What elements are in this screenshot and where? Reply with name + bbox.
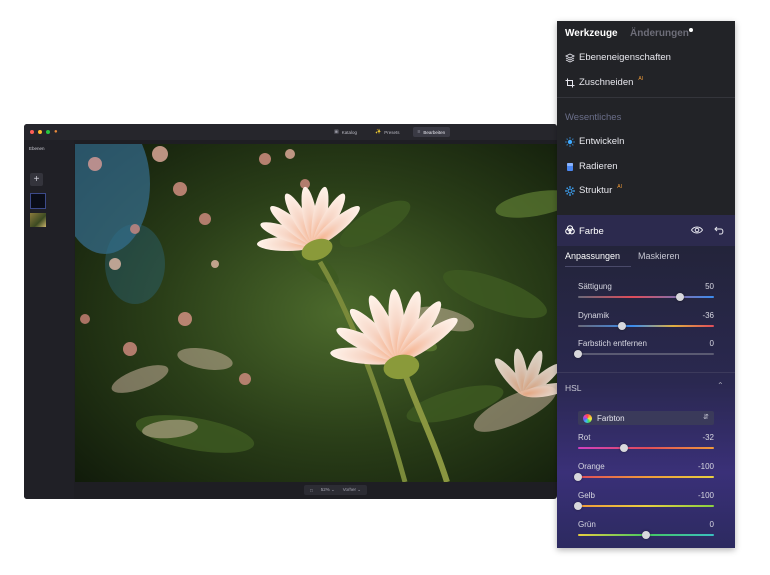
tool-zuschneiden[interactable]: Zuschneiden AI <box>565 76 644 88</box>
subtab-maskieren[interactable]: Maskieren <box>638 251 680 261</box>
structure-icon <box>565 185 575 196</box>
editor-window: ● ▣ Katalog ✨ Presets ≡ Bearbeiten Ebenen + <box>24 124 557 499</box>
select-arrows-icon: ⇵ <box>703 414 709 421</box>
tool-struktur[interactable]: Struktur AI <box>565 184 622 196</box>
tools-panel: Werkzeuge Änderungen Ebeneneigenschaften… <box>557 21 735 548</box>
color-tool-body <box>557 246 735 548</box>
slider-knob-gruen[interactable] <box>642 531 650 539</box>
fit-view-icon[interactable]: □ <box>310 488 313 493</box>
canvas-bottom-bar: □ 52% ⌄ Vorher ⌄ <box>304 485 368 495</box>
slider-knob-farbstich[interactable] <box>574 350 582 358</box>
flower-photo <box>75 144 557 482</box>
tool-label: Entwickeln <box>579 136 625 147</box>
panel-header: Werkzeuge Änderungen <box>557 21 735 44</box>
subtab-underline <box>565 266 631 267</box>
slider-value-farbstich[interactable]: 0 <box>710 339 714 348</box>
slider-label-farbstich: Farbstich entfernen <box>578 339 647 348</box>
layers-sidebar: Ebenen + <box>24 140 74 499</box>
tab-presets[interactable]: ✨ Presets <box>370 127 405 137</box>
tab-werkzeuge[interactable]: Werkzeuge <box>565 28 618 39</box>
tool-entwickeln[interactable]: Entwickeln <box>565 136 624 147</box>
tool-label: Ebeneneigenschaften <box>579 52 671 63</box>
slider-track-orange[interactable] <box>578 476 714 478</box>
ai-badge: AI <box>617 184 622 190</box>
window-controls <box>30 130 50 134</box>
tool-ebeneneigenschaften[interactable]: Ebeneneigenschaften <box>565 52 671 63</box>
sidebar-title: Ebenen <box>29 146 45 151</box>
slider-value-orange[interactable]: -100 <box>698 462 714 471</box>
slider-track-farbstich[interactable] <box>578 353 714 355</box>
subtab-anpassungen[interactable]: Anpassungen <box>565 251 620 261</box>
section-divider <box>557 372 735 373</box>
tab-katalog[interactable]: ▣ Katalog <box>329 127 362 137</box>
section-wesentliches: Wesentliches <box>565 112 622 123</box>
compare-select[interactable]: Vorher ⌄ <box>343 487 361 493</box>
app-logo-icon: ● <box>54 129 58 135</box>
hsl-mode-select[interactable]: Farbton ⇵ <box>578 411 714 425</box>
tool-label: Farbe <box>579 226 604 237</box>
changes-indicator <box>689 28 693 32</box>
tool-farbe-header[interactable]: Farbe <box>557 215 735 246</box>
image-thumbnail[interactable] <box>30 213 46 227</box>
crop-icon <box>565 78 575 88</box>
tab-aenderungen[interactable]: Änderungen <box>630 28 689 39</box>
sliders-icon: ≡ <box>417 129 421 135</box>
catalog-icon: ▣ <box>334 129 339 135</box>
layers-icon <box>565 52 575 63</box>
tab-bearbeiten[interactable]: ≡ Bearbeiten <box>412 127 451 137</box>
slider-knob-gelb[interactable] <box>574 502 582 510</box>
close-window-button[interactable] <box>30 130 34 134</box>
ai-badge: AI <box>638 76 644 82</box>
slider-track-rot[interactable] <box>578 447 714 449</box>
slider-value-dynamik[interactable]: -36 <box>702 311 714 320</box>
slider-label-rot: Rot <box>578 433 591 442</box>
slider-knob-saettigung[interactable] <box>676 293 684 301</box>
tool-label: Radieren <box>579 161 618 172</box>
tool-farbe: Farbe <box>565 225 604 238</box>
select-value: Farbton <box>597 413 625 423</box>
slider-value-rot[interactable]: -32 <box>702 433 714 442</box>
color-wheel-icon <box>583 413 592 423</box>
sun-icon <box>565 136 575 147</box>
minimize-window-button[interactable] <box>38 130 42 134</box>
reset-undo-icon[interactable] <box>714 225 725 235</box>
visibility-eye-icon[interactable] <box>691 225 703 235</box>
slider-track-gelb[interactable] <box>578 505 714 507</box>
slider-knob-dynamik[interactable] <box>617 322 626 330</box>
slider-label-orange: Orange <box>578 462 605 471</box>
slider-knob-orange[interactable] <box>574 473 582 481</box>
slider-value-gruen[interactable]: 0 <box>710 520 714 529</box>
slider-label-saettigung: Sättigung <box>578 282 612 291</box>
slider-label-gruen: Grün <box>578 520 596 529</box>
tool-label: Struktur <box>579 185 613 196</box>
tab-label: Bearbeiten <box>423 129 446 135</box>
tab-label: Presets <box>384 129 400 135</box>
tool-radieren[interactable]: Radieren <box>565 161 618 172</box>
color-circles-icon <box>565 225 575 238</box>
add-layer-button[interactable]: + <box>30 173 43 186</box>
slider-track-saettigung[interactable] <box>578 296 714 298</box>
maximize-window-button[interactable] <box>46 130 50 134</box>
mode-tabs: ▣ Katalog ✨ Presets ≡ Bearbeiten <box>329 127 451 137</box>
hsl-section-title[interactable]: HSL <box>565 383 582 393</box>
chevron-up-icon[interactable]: ⌃ <box>717 381 724 390</box>
section-divider <box>557 97 735 98</box>
slider-track-dynamik[interactable] <box>578 325 714 327</box>
photo-canvas[interactable] <box>75 144 557 482</box>
tool-label: Zuschneiden <box>579 77 634 88</box>
zoom-select[interactable]: 52% ⌄ <box>321 487 335 493</box>
tab-label: Katalog <box>341 129 357 135</box>
layer-thumbnail[interactable] <box>30 193 46 209</box>
presets-icon: ✨ <box>375 129 382 135</box>
slider-value-gelb[interactable]: -100 <box>698 491 714 500</box>
title-bar: ● ▣ Katalog ✨ Presets ≡ Bearbeiten <box>24 124 557 140</box>
slider-label-gelb: Gelb <box>578 491 595 500</box>
slider-label-dynamik: Dynamik <box>578 311 610 320</box>
slider-value-saettigung[interactable]: 50 <box>705 282 714 291</box>
eraser-icon <box>565 162 575 172</box>
